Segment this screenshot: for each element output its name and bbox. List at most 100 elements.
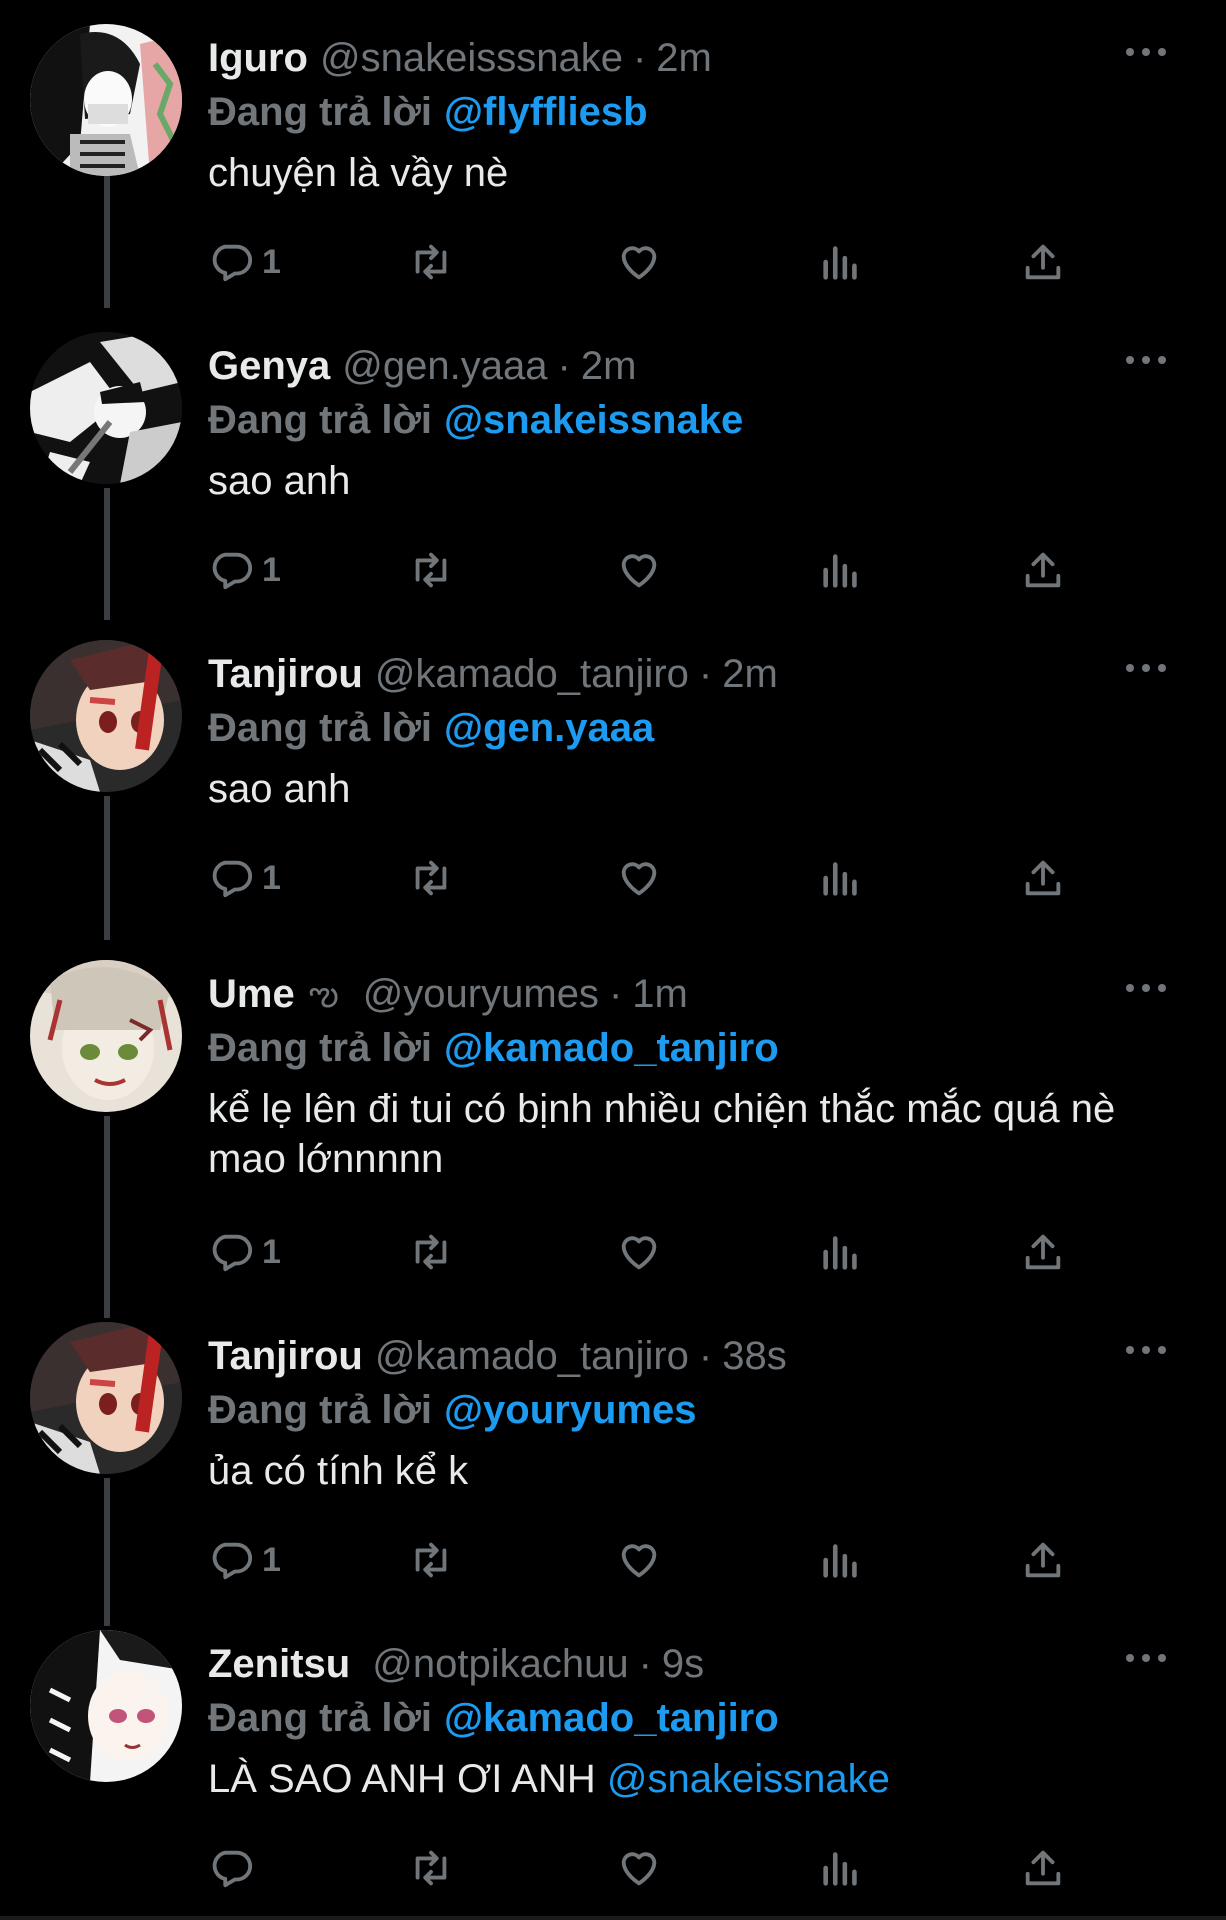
separator-dot: ·: [698, 1334, 713, 1378]
more-icon[interactable]: [1126, 660, 1166, 676]
retweet-icon: [415, 244, 447, 280]
tweet-header: Tanjirou @kamado_tanjiro · 2m: [208, 646, 778, 702]
views-button[interactable]: [818, 850, 864, 906]
views-button[interactable]: [818, 1224, 864, 1280]
retweet-button[interactable]: [408, 542, 454, 598]
tweet-text-content: LÀ SAO ANH ƠI ANH: [208, 1757, 607, 1801]
more-icon[interactable]: [1126, 1650, 1166, 1666]
retweet-button[interactable]: [408, 850, 454, 906]
retweet-button[interactable]: [408, 1224, 454, 1280]
reply-button[interactable]: 1: [208, 542, 281, 598]
share-button[interactable]: [1020, 850, 1066, 906]
share-button[interactable]: [1020, 234, 1066, 290]
reply-icon: [212, 552, 253, 590]
tweet-header: Genya @gen.yaaa · 2m: [208, 338, 636, 394]
share-icon: [1025, 1850, 1061, 1886]
replying-mention[interactable]: @youryumes: [444, 1388, 696, 1433]
like-button[interactable]: [616, 1224, 662, 1280]
tweet-text-mention[interactable]: @snakeissnake: [607, 1757, 890, 1801]
thread-line: [104, 1116, 110, 1318]
avatar-image: [30, 960, 182, 1112]
views-button[interactable]: [818, 1840, 864, 1896]
reply-icon: [212, 860, 253, 898]
like-button[interactable]: [616, 850, 662, 906]
replying-mention[interactable]: @kamado_tanjiro: [444, 1026, 779, 1071]
views-icon: [823, 1236, 857, 1270]
timestamp[interactable]: 2m: [722, 654, 778, 694]
user-handle[interactable]: @gen.yaaa: [342, 346, 547, 386]
more-icon[interactable]: [1126, 352, 1166, 368]
tweet-text: ủa có tính kể k: [208, 1446, 1188, 1496]
thread-line: [104, 796, 110, 940]
user-handle[interactable]: @notpikachuu: [372, 1644, 628, 1684]
avatar[interactable]: [30, 332, 182, 484]
heart-icon: [621, 1852, 657, 1886]
display-name[interactable]: Iguro: [208, 38, 308, 78]
replying-label: Đang trả lời: [208, 705, 433, 750]
share-icon: [1025, 244, 1061, 280]
reply-button[interactable]: 1: [208, 850, 281, 906]
share-button[interactable]: [1020, 1532, 1066, 1588]
reply-button[interactable]: [208, 1840, 262, 1896]
share-button[interactable]: [1020, 1840, 1066, 1896]
timestamp[interactable]: 9s: [662, 1644, 704, 1684]
display-name[interactable]: Tanjirou: [208, 654, 363, 694]
more-icon[interactable]: [1126, 1342, 1166, 1358]
tweet-actions: 1: [208, 850, 1088, 906]
tweet-header: Iguro @snakeisssnake · 2m: [208, 30, 712, 86]
reply-icon: [212, 1850, 253, 1888]
reply-count: 1: [262, 858, 281, 897]
views-button[interactable]: [818, 234, 864, 290]
avatar-image: [30, 24, 182, 176]
more-icon[interactable]: [1126, 44, 1166, 60]
display-name[interactable]: Zenitsu: [208, 1644, 350, 1684]
tweet-text: sao anh: [208, 456, 1188, 506]
share-button[interactable]: [1020, 1224, 1066, 1280]
reply-button[interactable]: 1: [208, 234, 281, 290]
user-handle[interactable]: @snakeisssnake: [320, 38, 623, 78]
more-icon[interactable]: [1126, 980, 1166, 996]
like-button[interactable]: [616, 1532, 662, 1588]
views-button[interactable]: [818, 542, 864, 598]
reply-count: 1: [262, 1232, 281, 1271]
like-button[interactable]: [616, 542, 662, 598]
replying-to: Đang trả lời @snakeissnake: [208, 394, 743, 446]
like-button[interactable]: [616, 234, 662, 290]
timestamp[interactable]: 2m: [656, 38, 712, 78]
replying-mention[interactable]: @flyffliesb: [444, 90, 647, 135]
replying-mention[interactable]: @kamado_tanjiro: [444, 1696, 779, 1741]
retweet-button[interactable]: [408, 1840, 454, 1896]
reply-button[interactable]: 1: [208, 1532, 281, 1588]
user-handle[interactable]: @kamado_tanjiro: [375, 654, 689, 694]
user-handle[interactable]: @kamado_tanjiro: [375, 1336, 689, 1376]
avatar[interactable]: [30, 1322, 182, 1474]
retweet-icon: [415, 860, 447, 896]
timestamp[interactable]: 38s: [722, 1336, 787, 1376]
display-name[interactable]: Genya: [208, 346, 330, 386]
avatar[interactable]: [30, 960, 182, 1112]
separator-dot: ·: [698, 652, 713, 696]
tweet-actions: 1: [208, 234, 1088, 290]
share-button[interactable]: [1020, 542, 1066, 598]
thread-line: [104, 1478, 110, 1626]
retweet-button[interactable]: [408, 234, 454, 290]
timestamp[interactable]: 2m: [581, 346, 637, 386]
display-name[interactable]: Tanjirou: [208, 1336, 363, 1376]
timestamp[interactable]: 1m: [632, 974, 688, 1014]
tweet-text-content: sao anh: [208, 767, 351, 811]
views-button[interactable]: [818, 1532, 864, 1588]
tweet-text-content: chuyện là vầy nè: [208, 151, 509, 195]
reply-button[interactable]: 1: [208, 1224, 281, 1280]
avatar[interactable]: [30, 24, 182, 176]
user-handle[interactable]: @youryumes: [363, 974, 599, 1014]
tweet-header: Zenitsu @notpikachuu · 9s: [208, 1636, 704, 1692]
display-name[interactable]: Ume: [208, 974, 295, 1014]
replying-mention[interactable]: @gen.yaaa: [444, 706, 654, 751]
replying-mention[interactable]: @snakeissnake: [444, 398, 743, 443]
avatar[interactable]: [30, 1630, 182, 1782]
heart-icon: [621, 862, 657, 896]
avatar[interactable]: [30, 640, 182, 792]
retweet-button[interactable]: [408, 1532, 454, 1588]
heart-icon: [621, 1544, 657, 1578]
like-button[interactable]: [616, 1840, 662, 1896]
